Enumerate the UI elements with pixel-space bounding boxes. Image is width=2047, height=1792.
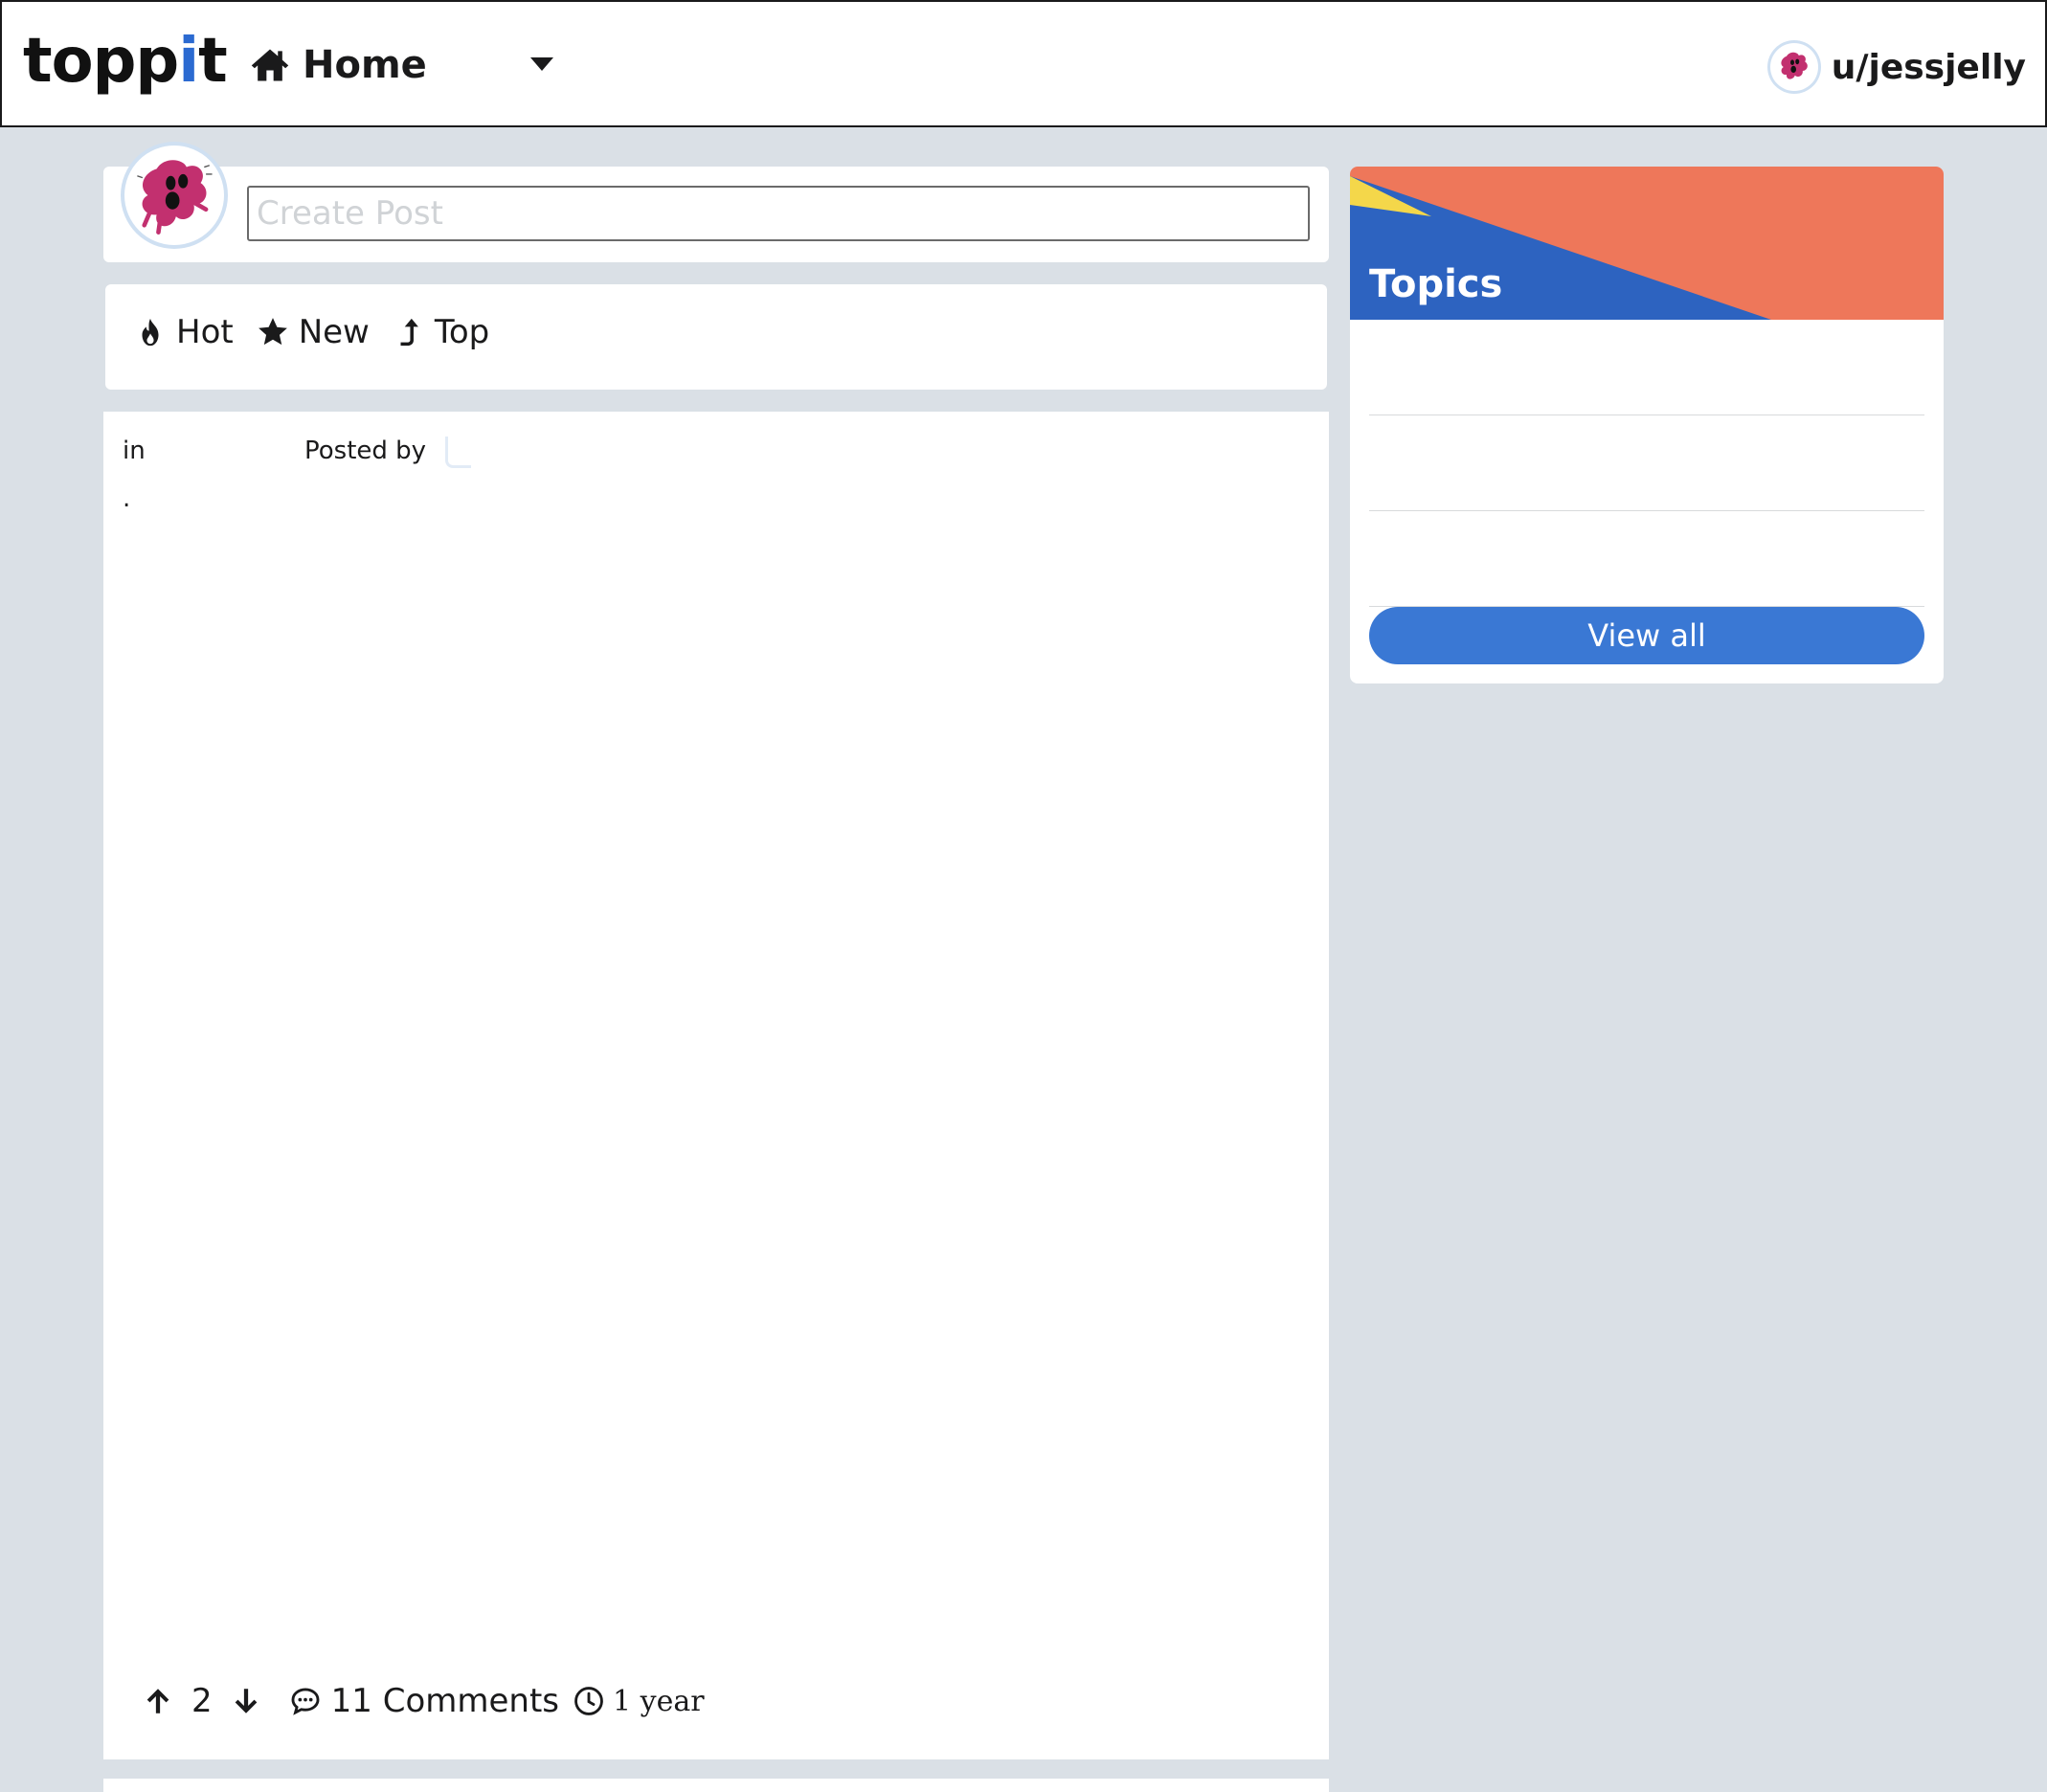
chevron-down-icon[interactable] [529, 56, 555, 73]
post-age: 1 year [573, 1685, 705, 1718]
comment-bubble-icon [291, 1688, 320, 1715]
posted-by-label: Posted by [304, 437, 427, 465]
post-actions: 2 11 Comments 1 year [142, 1677, 705, 1725]
monster-avatar-icon [1781, 52, 1808, 79]
post-title[interactable]: . [123, 486, 130, 511]
home-nav-dropdown[interactable]: Home [249, 36, 427, 94]
topics-title: Topics [1369, 262, 1503, 306]
post-card[interactable]: in Posted by . 2 11 Comments 1 year [103, 412, 1329, 1759]
user-menu[interactable]: u/jessjelly [1769, 40, 2026, 94]
home-icon [251, 49, 289, 81]
comments-label: 11 Comments [330, 1682, 560, 1720]
composer-avatar[interactable] [124, 146, 224, 245]
create-post-input[interactable] [247, 186, 1310, 241]
username: u/jessjelly [1831, 47, 2026, 87]
clock-icon [574, 1687, 603, 1715]
logo-text-accent: i [178, 26, 199, 97]
sort-hot-button[interactable]: Hot [134, 313, 234, 351]
logo-text-right: t [198, 26, 228, 97]
sort-card: Hot New Top [105, 284, 1327, 390]
post-image[interactable] [123, 525, 1310, 1520]
post-age-label: 1 year [613, 1684, 705, 1718]
sort-top-label: Top [434, 313, 490, 351]
topics-card: Topics View all [1350, 167, 1944, 683]
downvote-arrow-icon[interactable] [230, 1685, 262, 1717]
next-post-card[interactable] [103, 1779, 1329, 1792]
sort-top-button[interactable]: Top [393, 313, 489, 351]
post-topic-prefix: in [123, 437, 146, 465]
topic-item[interactable] [1369, 511, 1924, 607]
sort-new-label: New [298, 313, 370, 351]
create-post-card [103, 146, 1329, 262]
sort-tabs: Hot New Top [134, 313, 489, 351]
comments-button[interactable]: 11 Comments [289, 1682, 559, 1720]
monster-avatar-icon [137, 160, 213, 235]
arrow-up-turn-icon [400, 318, 418, 347]
vote-count: 2 [191, 1682, 213, 1720]
view-all-topics-button[interactable]: View all [1369, 607, 1924, 664]
topic-item[interactable] [1369, 320, 1924, 415]
fire-icon [142, 318, 159, 347]
author-avatar[interactable] [445, 437, 472, 468]
home-label: Home [303, 43, 427, 87]
logo-text-left: topp [23, 26, 179, 97]
star-icon [258, 318, 287, 346]
toppit-logo[interactable]: toppit [23, 23, 228, 100]
sort-new-button[interactable]: New [257, 313, 370, 351]
sort-hot-label: Hot [176, 313, 234, 351]
top-nav-bar: toppit Home u/jessjelly [0, 0, 2047, 127]
user-avatar [1769, 43, 1818, 91]
post-meta: in Posted by [123, 437, 472, 468]
upvote-arrow-icon[interactable] [142, 1685, 174, 1717]
topic-item[interactable] [1369, 415, 1924, 511]
